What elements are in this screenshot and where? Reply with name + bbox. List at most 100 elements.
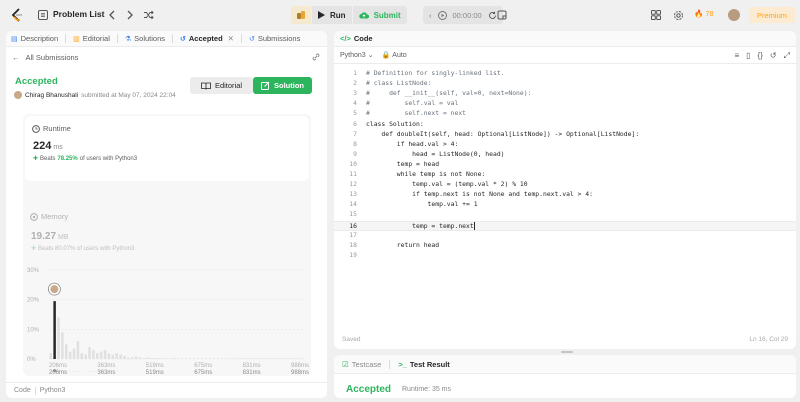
shuffle-icon[interactable] — [142, 9, 154, 21]
tab-editorial-label: Editorial — [82, 34, 110, 43]
tab-editorial[interactable]: ▥ Editorial — [73, 34, 110, 43]
code-line[interactable]: 7 def doubleIt(self, head: Optional[List… — [334, 130, 796, 140]
code-line[interactable]: 5 # self.next = next — [334, 109, 796, 119]
chart-bar — [158, 358, 161, 359]
tab-testcase[interactable]: ☑ Testcase — [342, 360, 381, 369]
chart-bar — [208, 358, 212, 359]
settings-gear-icon[interactable] — [672, 9, 684, 21]
code-line[interactable]: 2 # class ListNode: — [334, 79, 796, 89]
code-tab[interactable]: </> Code — [334, 31, 796, 47]
runtime-beats-suffix: of users with Python3 — [79, 155, 138, 162]
tab-accepted-label: Accepted — [188, 34, 223, 43]
leetcode-logo-icon[interactable] — [10, 8, 24, 22]
code-line[interactable]: 8 if head.val > 4: — [334, 140, 796, 150]
x-tick-label: 206ms — [49, 363, 67, 369]
chevron-right-icon[interactable] — [124, 9, 136, 21]
code-line[interactable]: 13 if temp.next is not None and temp.nex… — [334, 190, 796, 200]
chart-bar — [72, 348, 76, 359]
play-icon — [318, 11, 325, 19]
bookmark-icon[interactable]: ▯ — [746, 51, 750, 61]
line-number: 19 — [349, 250, 357, 259]
code-editor[interactable]: 1 # Definition for singly-linked list. 2 # … — [334, 69, 796, 329]
code-line[interactable]: 10 temp = head — [334, 160, 796, 170]
code-line[interactable]: 6 class Solution: — [334, 120, 796, 130]
user-avatar[interactable] — [728, 9, 740, 21]
code-line[interactable]: 19 — [334, 251, 796, 261]
chart-bar — [80, 353, 84, 359]
y-tick-label: 20% — [27, 298, 40, 304]
timer[interactable]: ‹ 00:00:00 — [423, 6, 503, 24]
share-link-icon[interactable] — [311, 52, 321, 64]
layout-grid-icon[interactable] — [650, 9, 662, 21]
code-text: # Definition for singly-linked list. — [366, 69, 505, 77]
result-status: Accepted — [346, 384, 392, 395]
note-icon[interactable] — [496, 9, 508, 21]
expand-icon[interactable]: ⤢ — [784, 51, 790, 61]
submit-button[interactable]: Submit — [352, 6, 407, 24]
code-text: temp = temp.next — [366, 221, 475, 230]
code-text: if head.val > 4: — [366, 139, 459, 148]
chart-bar — [220, 358, 223, 359]
code-text: # def __init__(self, val=0, next=None): — [366, 89, 532, 98]
language-select[interactable]: Python3 ⌄ — [340, 51, 374, 60]
memory-card[interactable]: Memory — [30, 212, 68, 221]
tab-submissions[interactable]: ↺ Submissions — [249, 34, 300, 43]
code-line[interactable]: 11 while temp is not None: — [334, 170, 796, 180]
play-circle-icon[interactable] — [437, 10, 447, 20]
format-lines-icon[interactable]: ≡ — [734, 51, 739, 61]
list-icon[interactable] — [38, 10, 48, 20]
chart-bar — [154, 358, 157, 359]
chart-bar — [57, 317, 60, 359]
chart-bar — [189, 358, 192, 359]
tab-test-result-label: Test Result — [409, 359, 450, 369]
premium-button[interactable]: Premium — [749, 7, 795, 23]
tab-accepted[interactable]: ↺ Accepted ✕ — [180, 34, 234, 43]
submitter-name[interactable]: Chirag Bhanushali — [25, 92, 78, 99]
solution-button[interactable]: Solution — [253, 77, 312, 94]
chart-bar — [123, 356, 126, 359]
chart-bar — [247, 358, 250, 359]
chart-bar — [88, 347, 91, 359]
editorial-button[interactable]: Editorial — [190, 77, 253, 94]
runtime-card[interactable]: Runtime 224 ms ✚ Beats 78.25% of users wi… — [25, 116, 309, 181]
mini-x-tick-label: 831ms — [243, 370, 261, 376]
code-line[interactable]: 17 — [334, 231, 796, 241]
problem-list-link[interactable]: Problem List — [53, 9, 104, 19]
y-tick-label: 0% — [27, 357, 36, 363]
chart-bar — [227, 358, 231, 359]
runtime-distribution-chart[interactable]: 30% 20% 10% 0% 206ms 363ms 519ms 675ms 831ms 988m… — [23, 260, 311, 376]
close-icon[interactable]: ✕ — [228, 34, 234, 43]
test-result-panel: ☑ Testcase >_ Test Result Accepted Runti… — [334, 355, 796, 398]
auto-mode-toggle[interactable]: 🔒 Auto — [382, 51, 407, 60]
tab-solutions[interactable]: ⚗ Solutions — [125, 34, 165, 43]
memory-unit: MB — [58, 234, 69, 241]
undo-icon[interactable]: ↺ — [770, 51, 777, 61]
performance-stats: Runtime 224 ms ✚ Beats 78.25% of users wi… — [23, 114, 311, 376]
code-line[interactable]: 15 — [334, 210, 796, 220]
all-submissions-link[interactable]: ← All Submissions — [12, 53, 78, 62]
chevron-left-icon[interactable] — [106, 9, 118, 21]
code-line[interactable]: 16 temp = temp.next — [334, 220, 796, 231]
run-button[interactable]: Run — [312, 6, 352, 24]
debug-button[interactable] — [291, 6, 311, 24]
chart-bar — [231, 358, 235, 359]
code-line[interactable]: 12 temp.val = (temp.val * 2) % 10 — [334, 180, 796, 190]
code-text: temp.val = (temp.val * 2) % 10 — [366, 180, 528, 189]
tab-description[interactable]: ▤ Description — [11, 34, 58, 43]
code-line[interactable]: 3 # def __init__(self, val=0, next=None): — [334, 89, 796, 99]
line-number: 7 — [353, 129, 357, 138]
tab-test-result[interactable]: >_ Test Result — [398, 360, 449, 369]
braces-icon[interactable]: {} — [758, 51, 763, 61]
code-line[interactable]: 9 head = ListNode(0, head) — [334, 150, 796, 160]
code-line[interactable]: 14 temp.val += 1 — [334, 200, 796, 210]
resize-handle[interactable] — [561, 351, 573, 353]
line-number: 2 — [353, 79, 357, 88]
chart-bar — [212, 358, 215, 359]
code-line[interactable]: 4 # self.val = val — [334, 99, 796, 109]
code-line[interactable]: 1 # Definition for singly-linked list. — [334, 69, 796, 79]
code-line[interactable]: 18 return head — [334, 241, 796, 251]
chevron-left-icon[interactable]: ‹ — [429, 11, 432, 20]
streak-counter[interactable]: 🔥 78 — [694, 9, 714, 18]
chart-bar — [107, 353, 111, 359]
code-footer[interactable]: Code Python3 — [6, 382, 327, 398]
